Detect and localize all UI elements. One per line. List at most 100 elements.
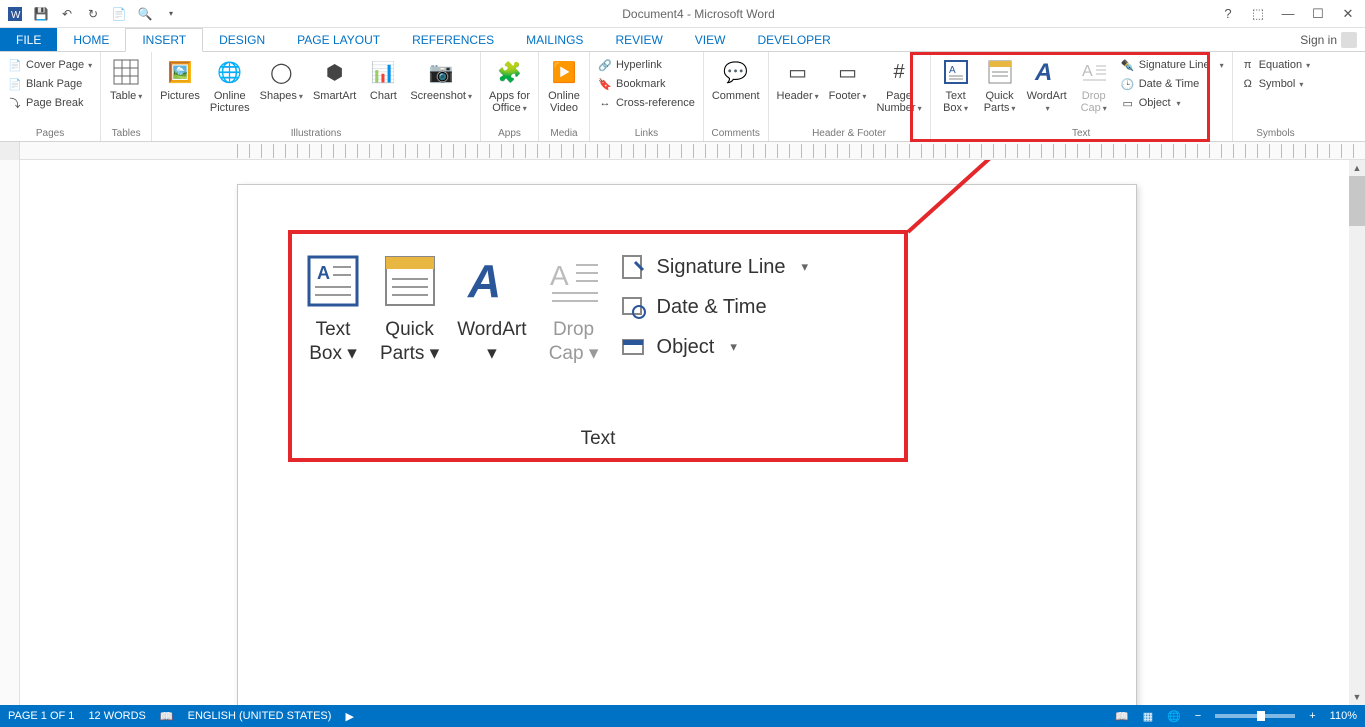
callout-text-box-label: Text Box [309,319,350,364]
cover-page-icon: 📄 [8,58,22,72]
scroll-down-icon[interactable]: ▼ [1349,689,1365,705]
drop-cap-icon: A [1078,56,1110,88]
page-break-button[interactable]: ⤵Page Break [4,94,96,112]
shapes-icon: ◯ [265,56,297,88]
ruler-scale [237,144,1365,158]
drop-cap-button[interactable]: ADrop Cap [1073,54,1115,116]
redo-icon[interactable]: ↻ [84,5,102,23]
screenshot-button[interactable]: 📷Screenshot [406,54,476,104]
ribbon-display-icon[interactable]: ⬚ [1249,5,1267,23]
tab-insert[interactable]: INSERT [125,28,203,52]
scroll-up-icon[interactable]: ▲ [1349,160,1365,176]
quick-parts-button[interactable]: Quick Parts [979,54,1021,116]
cross-reference-button[interactable]: ↔Cross-reference [594,94,699,112]
group-links: 🔗Hyperlink 🔖Bookmark ↔Cross-reference Li… [590,52,704,141]
tab-home[interactable]: HOME [57,28,125,51]
header-button[interactable]: ▭Header [773,54,823,104]
chart-label: Chart [370,90,397,102]
zoom-slider[interactable] [1215,714,1295,718]
tab-design[interactable]: DESIGN [203,28,281,51]
status-page[interactable]: PAGE 1 OF 1 [8,710,74,722]
word-icon[interactable]: W [6,5,24,23]
screenshot-icon: 📷 [425,56,457,88]
status-words[interactable]: 12 WORDS [88,710,145,722]
status-macro-icon[interactable]: ▶ [345,710,353,723]
ruler-horizontal[interactable] [0,142,1365,160]
cover-page-button[interactable]: 📄Cover Page▾ [4,56,96,74]
chart-icon: 📊 [367,56,399,88]
tab-developer[interactable]: DEVELOPER [741,28,846,51]
callout-date-time: Date & Time [621,294,809,320]
date-time-button[interactable]: 🕒Date & Time [1117,75,1228,93]
view-read-mode-icon[interactable]: 📖 [1115,710,1129,723]
zoom-level[interactable]: 110% [1330,710,1357,722]
comment-button[interactable]: 💬Comment [708,54,764,104]
qat-dropdown-icon[interactable]: ▾ [162,5,180,23]
chart-button[interactable]: 📊 Chart [362,54,404,104]
save-icon[interactable]: 💾 [32,5,50,23]
tab-view[interactable]: VIEW [679,28,742,51]
apps-icon: 🧩 [494,56,526,88]
vertical-scrollbar[interactable]: ▲ ▼ [1349,160,1365,705]
symbol-label: Symbol [1259,78,1296,90]
smartart-icon: ⬢ [319,56,351,88]
tab-file[interactable]: FILE [0,28,57,51]
hyperlink-button[interactable]: 🔗Hyperlink [594,56,699,74]
view-web-layout-icon[interactable]: 🌐 [1167,710,1181,723]
tab-mailings[interactable]: MAILINGS [510,28,599,51]
signature-line-button[interactable]: ✒️Signature Line ▾ [1117,56,1228,74]
ruler-vertical[interactable] [0,160,20,705]
date-time-icon: 🕒 [1121,77,1135,91]
smartart-button[interactable]: ⬢SmartArt [309,54,360,104]
equation-icon: π [1241,58,1255,72]
undo-icon[interactable]: ↶ [58,5,76,23]
equation-button[interactable]: πEquation ▾ [1237,56,1314,74]
apps-for-office-button[interactable]: 🧩Apps for Office [485,54,534,116]
wordart-button[interactable]: AWordArt [1023,54,1071,116]
online-pictures-icon: 🌐 [214,56,246,88]
maximize-icon[interactable]: ☐ [1309,5,1327,23]
scroll-thumb[interactable] [1349,176,1365,226]
text-box-button[interactable]: AText Box [935,54,977,116]
object-label: Object [1139,97,1171,109]
callout-signature-line: Signature Line▾ [621,254,809,280]
links-group-label: Links [594,127,699,141]
help-icon[interactable]: ? [1219,5,1237,23]
group-illustrations: 🖼️Pictures 🌐Online Pictures ◯Shapes ⬢Sma… [152,52,481,141]
minimize-icon[interactable]: — [1279,5,1297,23]
preview-icon[interactable]: 🔍 [136,5,154,23]
tab-page-layout[interactable]: PAGE LAYOUT [281,28,396,51]
symbol-button[interactable]: ΩSymbol ▾ [1237,75,1314,93]
pictures-button[interactable]: 🖼️Pictures [156,54,204,104]
view-print-layout-icon[interactable]: ▦ [1143,710,1153,723]
online-video-button[interactable]: ▶️Online Video [543,54,585,116]
bookmark-button[interactable]: 🔖Bookmark [594,75,699,93]
table-icon [110,56,142,88]
zoom-slider-thumb[interactable] [1257,711,1265,721]
sign-in[interactable]: Sign in [1292,28,1365,51]
comment-icon: 💬 [720,56,752,88]
header-icon: ▭ [782,56,814,88]
new-doc-icon[interactable]: 📄 [110,5,128,23]
blank-page-button[interactable]: 📄Blank Page [4,75,96,93]
page-number-button[interactable]: #Page Number [872,54,925,116]
status-language[interactable]: ENGLISH (UNITED STATES) [188,710,332,722]
bookmark-icon: 🔖 [598,77,612,91]
page-number-label: Page Number [876,90,915,114]
footer-button[interactable]: ▭Footer [825,54,871,104]
status-proofing-icon[interactable]: 📖 [160,710,174,723]
callout-drop-cap-label: Drop Cap [549,319,594,364]
zoom-out-icon[interactable]: − [1195,710,1201,722]
online-pictures-button[interactable]: 🌐Online Pictures [206,54,254,116]
table-button[interactable]: Table [105,54,147,104]
titlebar: W 💾 ↶ ↻ 📄 🔍 ▾ Document4 - Microsoft Word… [0,0,1365,28]
tab-review[interactable]: REVIEW [599,28,678,51]
svg-text:A: A [317,263,330,283]
tab-references[interactable]: REFERENCES [396,28,510,51]
object-button[interactable]: ▭Object ▾ [1117,94,1228,112]
callout-quick-parts-label: Quick Parts [380,319,434,364]
close-icon[interactable]: ✕ [1339,5,1357,23]
shapes-button[interactable]: ◯Shapes [256,54,307,104]
zoom-in-icon[interactable]: + [1309,710,1315,722]
callout-wordart-label: WordArt [457,319,526,340]
